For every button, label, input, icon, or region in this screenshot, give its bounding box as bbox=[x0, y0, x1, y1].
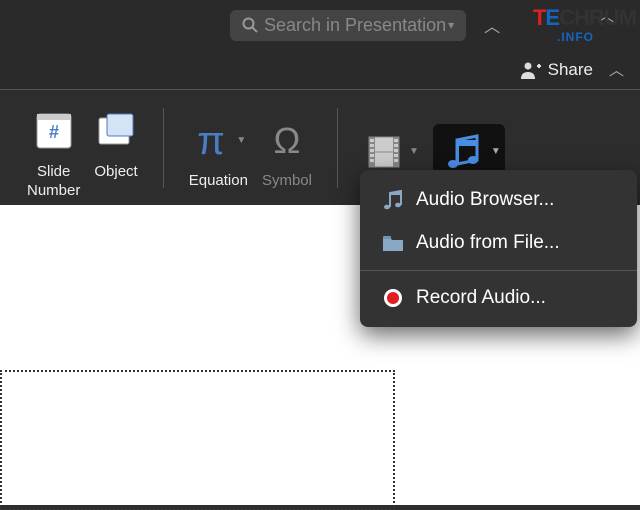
object-icon bbox=[97, 110, 135, 152]
menu-separator bbox=[360, 270, 637, 271]
chevron-up-icon[interactable]: ︿ bbox=[484, 13, 500, 37]
person-plus-icon bbox=[520, 60, 542, 80]
svg-text:π: π bbox=[198, 119, 226, 163]
separator bbox=[163, 108, 164, 188]
record-audio-item[interactable]: Record Audio... bbox=[360, 277, 637, 319]
watermark-logo: TECHRUM bbox=[533, 5, 636, 31]
pi-icon: π bbox=[190, 117, 232, 163]
chevron-down-icon: ▼ bbox=[491, 146, 501, 157]
audio-from-file-item[interactable]: Audio from File... bbox=[360, 222, 637, 264]
svg-text:Ω: Ω bbox=[273, 120, 300, 161]
folder-icon bbox=[378, 232, 408, 254]
film-icon bbox=[363, 129, 405, 175]
slide-number-label: Slide Number bbox=[27, 163, 80, 201]
music-note-icon bbox=[378, 188, 408, 212]
music-note-icon bbox=[443, 130, 487, 174]
search-placeholder: Search in Presentation bbox=[264, 15, 446, 36]
equation-button[interactable]: π ▼ Equation bbox=[186, 112, 251, 191]
chevron-down-icon: ▾ bbox=[448, 18, 454, 32]
record-icon bbox=[378, 287, 408, 309]
watermark-sub: .INFO bbox=[557, 30, 594, 44]
audio-browser-item[interactable]: Audio Browser... bbox=[360, 178, 637, 222]
slide-number-icon: # bbox=[35, 110, 73, 152]
ribbon-group-insert: # Slide Number Object bbox=[10, 95, 155, 201]
menu-label: Audio from File... bbox=[416, 232, 560, 254]
chevron-up-icon[interactable]: ︿ bbox=[609, 59, 624, 80]
chevron-down-icon: ▼ bbox=[236, 135, 246, 146]
object-label: Object bbox=[94, 163, 137, 182]
search-icon bbox=[242, 17, 258, 33]
symbol-button[interactable]: Ω Symbol bbox=[259, 112, 315, 191]
ribbon-group-symbols: π ▼ Equation Ω Symbol bbox=[172, 104, 329, 191]
omega-icon: Ω bbox=[266, 117, 308, 163]
chevron-down-icon: ▼ bbox=[409, 146, 419, 157]
audio-dropdown-menu: Audio Browser... Audio from File... Reco… bbox=[360, 170, 637, 327]
svg-text:#: # bbox=[49, 122, 59, 142]
share-button[interactable]: Share bbox=[520, 60, 593, 80]
object-button[interactable]: Object bbox=[91, 103, 140, 182]
content-placeholder[interactable] bbox=[0, 370, 395, 510]
symbol-label: Symbol bbox=[262, 172, 312, 191]
menu-label: Audio Browser... bbox=[416, 189, 554, 211]
toolbar-row: Share ︿ bbox=[0, 50, 640, 90]
search-input[interactable]: Search in Presentation ▾ bbox=[230, 10, 466, 41]
separator bbox=[337, 108, 338, 188]
equation-label: Equation bbox=[189, 172, 248, 191]
share-label: Share bbox=[548, 60, 593, 80]
menu-label: Record Audio... bbox=[416, 287, 546, 309]
slide-number-button[interactable]: # Slide Number bbox=[24, 103, 83, 201]
